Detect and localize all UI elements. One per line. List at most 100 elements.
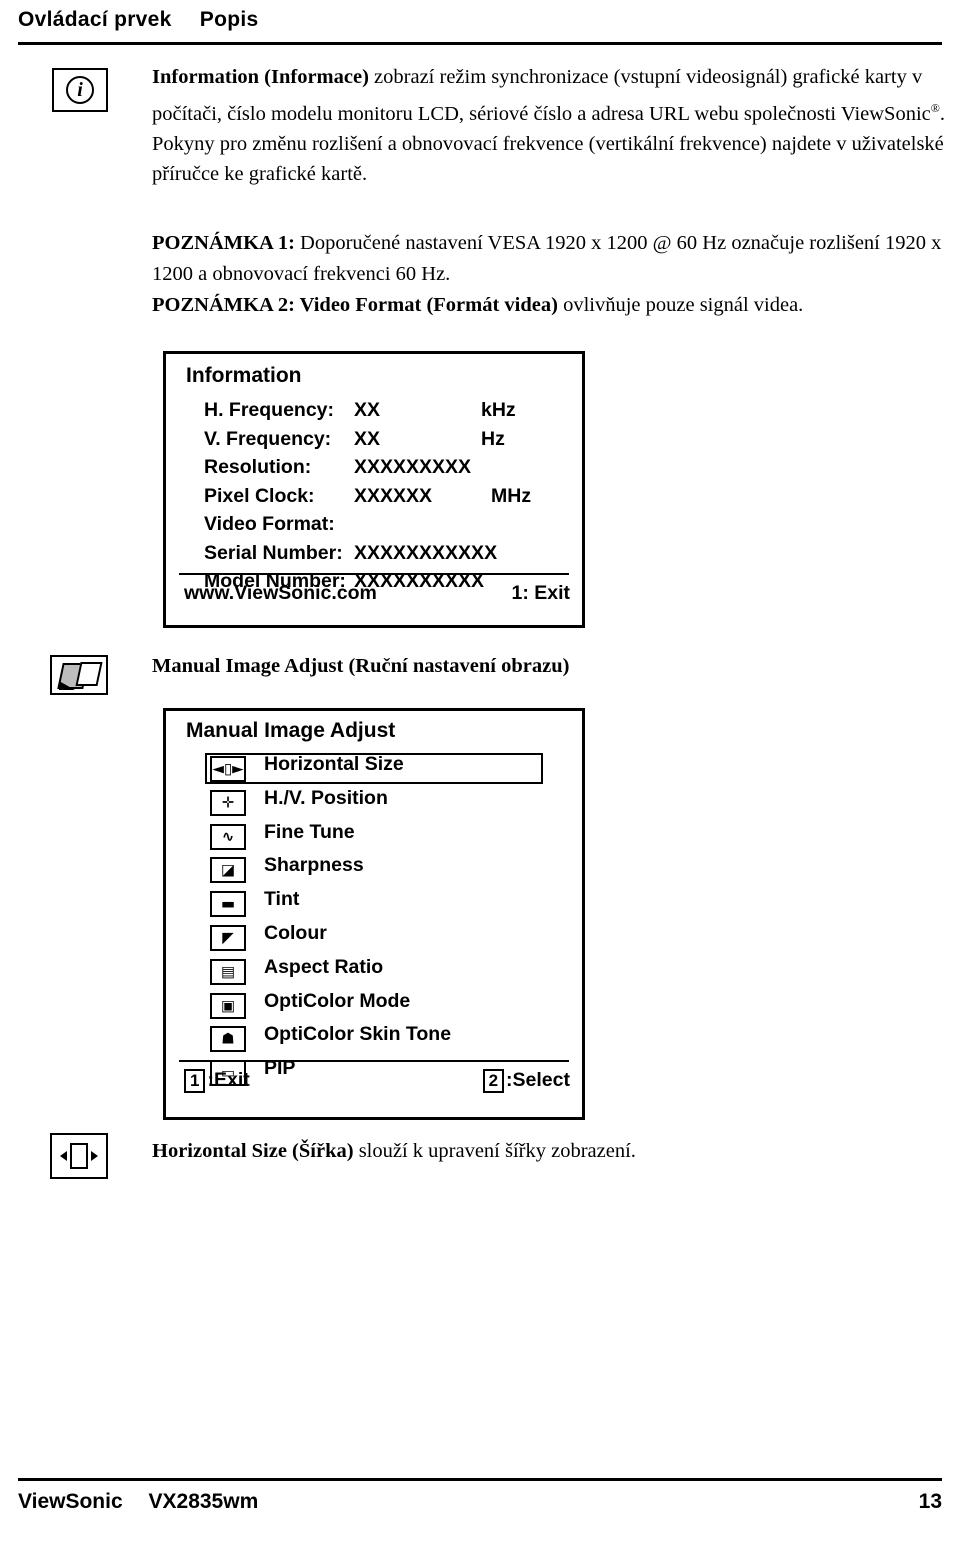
osd-mia-exit: 1:Exit — [184, 1069, 250, 1093]
opticolor-mode-glyph: ▣ — [220, 996, 236, 1015]
note-1-label: POZNÁMKA 1: — [152, 232, 295, 254]
osd-mia-select: 2:Select — [482, 1069, 570, 1093]
osd-row-label: Resolution: — [204, 456, 312, 478]
osd-row: H. Frequency: XX kHz — [166, 399, 582, 428]
horizontal-size-term: Horizontal Size (Šířka) — [152, 1140, 354, 1162]
footer-model: VX2835wm — [148, 1490, 259, 1513]
osd-mia-item-sharpness[interactable]: ◪ Sharpness — [166, 854, 582, 888]
sharpness-icon: ◪ — [210, 857, 246, 884]
header-column-control: Ovládací prvek — [18, 8, 172, 31]
osd-information-exit: 1: Exit — [511, 582, 570, 604]
note-2-paragraph: POZNÁMKA 2: Video Format (Formát videa) … — [152, 290, 952, 321]
fine-tune-glyph: ∿ — [221, 827, 235, 846]
select-key: 2 — [482, 1069, 505, 1093]
osd-row-label: Video Format: — [204, 513, 335, 535]
osd-row-value: XX — [354, 427, 381, 450]
osd-mia-footer: 1:Exit 2:Select — [184, 1069, 570, 1093]
osd-information-footer: www.ViewSonic.com 1: Exit — [184, 582, 570, 605]
opticolor-skin-tone-glyph: ☗ — [221, 1029, 235, 1048]
osd-row-label: Pixel Clock: — [204, 484, 315, 507]
osd-row: V. Frequency: XX Hz — [166, 428, 582, 457]
osd-mia-item-label: Tint — [264, 888, 300, 911]
osd-mia-item-label: OptiColor Mode — [264, 989, 411, 1012]
footer-divider — [18, 1478, 942, 1481]
page-footer: ViewSonic VX2835wm 13 — [18, 1490, 942, 1514]
horizontal-size-description: Horizontal Size (Šířka) slouží k upraven… — [152, 1140, 636, 1163]
osd-mia-items: ◄▯► Horizontal Size ✛ H./V. Position ∿ F… — [166, 753, 582, 1091]
osd-row-value: XX — [354, 399, 381, 421]
information-icon: i — [52, 68, 108, 112]
osd-row-unit: Hz — [481, 427, 505, 450]
osd-row-value: XXXXXXXXXXX — [354, 541, 498, 564]
horizontal-size-icon-arrow-right — [91, 1151, 98, 1161]
hv-position-icon: ✛ — [210, 789, 246, 816]
sharpness-glyph: ◪ — [220, 860, 236, 879]
osd-information-divider — [179, 573, 569, 575]
osd-row-value: XXXXXX — [354, 484, 433, 507]
opticolor-mode-icon: ▣ — [210, 992, 246, 1019]
registered-mark: ® — [930, 100, 940, 115]
osd-manual-image-adjust-panel: Manual Image Adjust ◄▯► Horizontal Size … — [163, 708, 585, 1120]
osd-row-label: H. Frequency: — [204, 399, 335, 421]
note-2-text: ovlivňuje pouze signál videa. — [557, 294, 804, 316]
hv-position-glyph: ✛ — [221, 793, 235, 812]
osd-row: Video Format: — [166, 513, 582, 542]
osd-row: Serial Number: XXXXXXXXXXX — [166, 542, 582, 571]
osd-mia-item-label: Aspect Ratio — [264, 955, 384, 978]
colour-glyph: ◤ — [222, 928, 234, 947]
osd-mia-item-label: Colour — [264, 921, 327, 944]
osd-mia-item-label: H./V. Position — [264, 786, 388, 809]
opticolor-skin-tone-icon: ☗ — [210, 1026, 246, 1053]
osd-mia-item-tint[interactable]: ▬ Tint — [166, 888, 582, 922]
information-paragraph: Information (Informace) zobrazí režim sy… — [152, 62, 952, 190]
osd-mia-item-label: Sharpness — [264, 854, 364, 877]
osd-mia-item-hv-position[interactable]: ✛ H./V. Position — [166, 787, 582, 821]
horizontal-size-glyph: ◄▯► — [212, 759, 244, 778]
mia-icon-pointer — [59, 681, 75, 690]
header-divider — [18, 42, 942, 45]
information-paragraph-lead: Information (Informace) — [152, 66, 369, 88]
osd-mia-title: Manual Image Adjust — [186, 719, 396, 742]
aspect-ratio-glyph: ▤ — [220, 962, 236, 981]
information-icon-glyph: i — [66, 76, 94, 104]
osd-information-url: www.ViewSonic.com — [184, 582, 377, 604]
osd-mia-item-label: Horizontal Size — [264, 753, 404, 775]
osd-row-value: XXXXXXXXX — [354, 456, 472, 478]
osd-row-unit: MHz — [491, 484, 532, 507]
osd-information-panel: Information H. Frequency: XX kHz V. Freq… — [163, 351, 585, 628]
horizontal-size-icon: ◄▯► — [210, 756, 246, 782]
manual-image-adjust-icon — [50, 655, 108, 695]
osd-row: Pixel Clock: XXXXXX MHz — [166, 485, 582, 514]
osd-mia-item-colour[interactable]: ◤ Colour — [166, 922, 582, 956]
osd-row-label: V. Frequency: — [204, 427, 332, 450]
horizontal-size-icon-rect — [70, 1143, 88, 1169]
aspect-ratio-icon: ▤ — [210, 958, 246, 985]
horizontal-size-text: slouží k upravení šířky zobrazení. — [353, 1140, 636, 1162]
osd-mia-item-fine-tune[interactable]: ∿ Fine Tune — [166, 821, 582, 855]
footer-brand: ViewSonic — [18, 1490, 123, 1513]
select-label: :Select — [506, 1069, 570, 1091]
osd-row-unit: kHz — [481, 399, 516, 421]
horizontal-size-icon-arrow-left — [60, 1151, 67, 1161]
osd-row: Resolution: XXXXXXXXX — [166, 456, 582, 485]
osd-mia-item-opticolor-mode[interactable]: ▣ OptiColor Mode — [166, 990, 582, 1024]
note-2-label: POZNÁMKA 2: Video Format (Formát videa) — [152, 294, 558, 316]
osd-row-label: Serial Number: — [204, 541, 343, 564]
osd-mia-item-label: OptiColor Skin Tone — [264, 1023, 452, 1046]
osd-mia-item-aspect-ratio[interactable]: ▤ Aspect Ratio — [166, 956, 582, 990]
mia-icon-shape-front — [75, 662, 103, 686]
fine-tune-icon: ∿ — [210, 823, 246, 850]
colour-icon: ◤ — [210, 924, 246, 951]
exit-key: 1 — [184, 1069, 206, 1093]
osd-mia-item-horizontal-size[interactable]: ◄▯► Horizontal Size — [166, 753, 582, 787]
osd-information-title: Information — [186, 364, 302, 387]
horizontal-size-icon — [50, 1133, 108, 1179]
osd-information-rows: H. Frequency: XX kHz V. Frequency: XX Hz… — [166, 399, 582, 599]
note-1-paragraph: POZNÁMKA 1: Doporučené nastavení VESA 19… — [152, 228, 952, 289]
footer-page-number: 13 — [918, 1490, 942, 1513]
tint-icon: ▬ — [210, 891, 246, 918]
page-header: Ovládací prvek Popis — [18, 8, 942, 32]
osd-mia-item-opticolor-skin-tone[interactable]: ☗ OptiColor Skin Tone — [166, 1023, 582, 1057]
exit-label: :Exit — [207, 1069, 250, 1091]
tint-glyph: ▬ — [220, 894, 236, 913]
